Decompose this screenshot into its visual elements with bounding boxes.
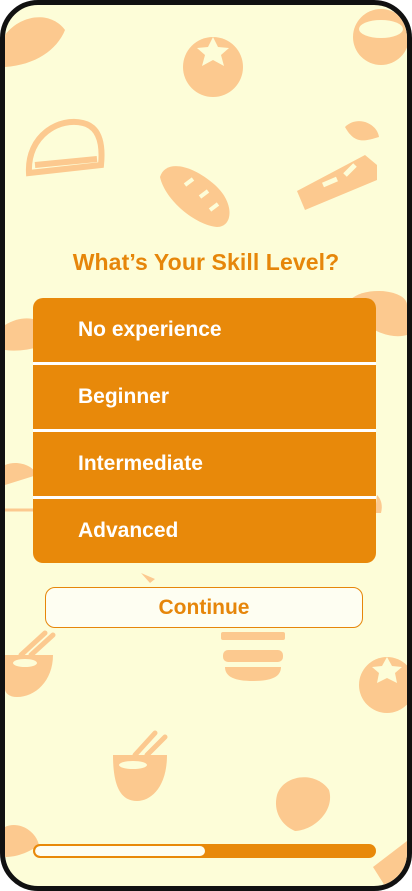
option-label: No experience — [78, 318, 222, 341]
progress-track — [35, 846, 374, 856]
croissant-icon — [5, 17, 65, 67]
tomato-icon — [359, 657, 407, 713]
croissant-icon — [275, 777, 331, 831]
option-intermediate[interactable]: Intermediate — [33, 432, 376, 496]
bowl-chopsticks-icon — [113, 730, 168, 801]
bread-icon — [141, 573, 155, 583]
option-advanced[interactable]: Advanced — [33, 499, 376, 563]
cheese-icon — [373, 841, 407, 886]
progress-unfilled — [35, 846, 205, 856]
bowl-chopsticks-icon — [5, 630, 56, 697]
option-label: Intermediate — [78, 452, 203, 475]
bread-icon — [160, 166, 230, 227]
option-label: Beginner — [78, 385, 170, 408]
option-no-experience[interactable]: No experience — [33, 298, 376, 362]
phone-frame: What’s Your Skill Level? No experience B… — [0, 0, 412, 891]
cheese-icon — [297, 121, 379, 210]
burger-icon — [221, 632, 285, 681]
cheese-icon — [375, 495, 382, 513]
skill-level-options: No experience Beginner Intermediate Adva… — [33, 298, 376, 563]
progress-bar — [33, 844, 376, 858]
continue-button[interactable]: Continue — [45, 587, 363, 628]
page-title: What’s Your Skill Level? — [72, 249, 340, 275]
coconut-icon — [353, 9, 407, 65]
option-beginner[interactable]: Beginner — [33, 365, 376, 429]
option-label: Advanced — [78, 519, 179, 542]
tomato-icon — [183, 37, 243, 97]
taco-icon — [25, 118, 105, 177]
